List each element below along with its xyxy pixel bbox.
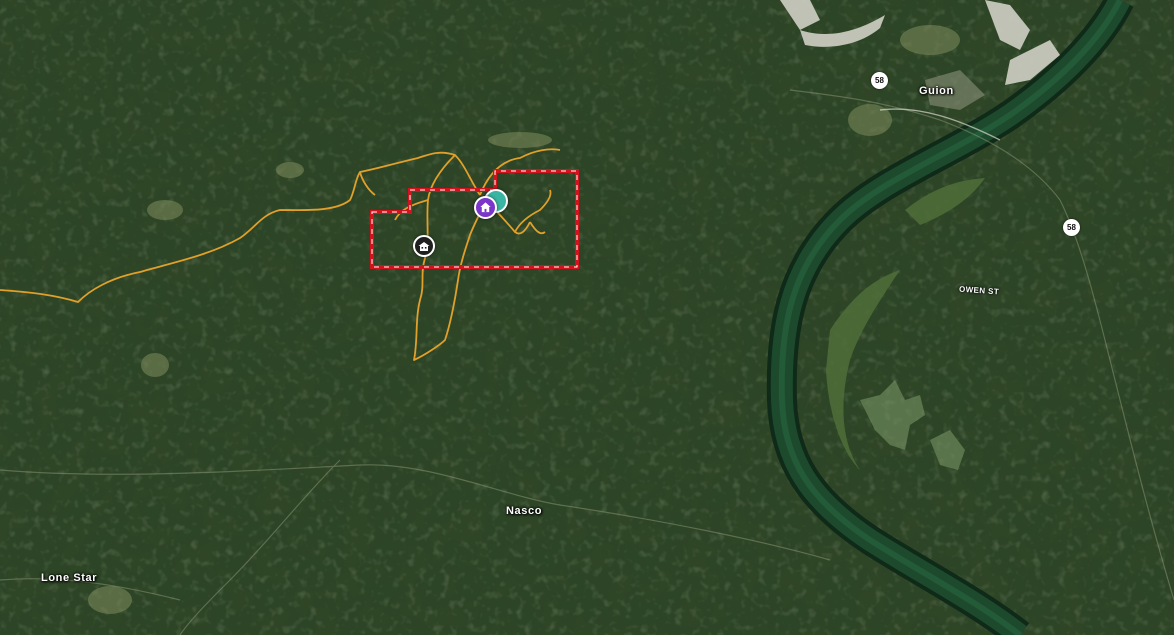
terrain-texture xyxy=(0,0,1174,635)
label-guion: Guion xyxy=(919,85,954,97)
cabin-icon xyxy=(418,241,430,251)
cabin-marker[interactable] xyxy=(413,235,435,257)
route-58-shield-north: 58 xyxy=(871,72,888,89)
label-lone-star: Lone Star xyxy=(41,572,98,584)
satellite-map[interactable]: Guion Nasco Lone Star OWEN ST 58 58 xyxy=(0,0,1174,635)
house-icon xyxy=(480,202,491,213)
label-nasco: Nasco xyxy=(506,505,543,517)
map-base xyxy=(0,0,1174,635)
house-marker[interactable] xyxy=(474,196,497,219)
route-58-shield-east: 58 xyxy=(1063,219,1080,236)
